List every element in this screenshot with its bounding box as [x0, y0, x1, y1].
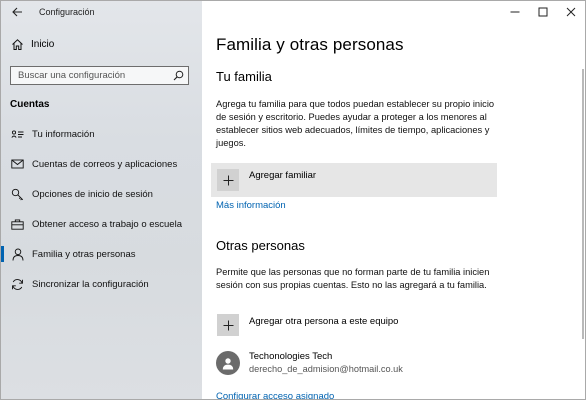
user-account-item[interactable]: Techonologies Tech derecho_de_admision@h…: [216, 350, 403, 376]
user-avatar-icon: [222, 357, 234, 369]
app-title: Configuración: [39, 7, 95, 17]
sidebar-item-label: Sincronizar la configuración: [32, 278, 149, 290]
sidebar-item-label: Tu información: [32, 128, 95, 140]
add-other-person-label: Agregar otra persona a este equipo: [249, 315, 399, 327]
person-card-icon: [11, 128, 24, 141]
add-family-member-button[interactable]: Agregar familiar: [211, 163, 497, 197]
mail-icon: [11, 158, 24, 171]
search-icon[interactable]: [168, 70, 188, 81]
sidebar: Configuración Inicio Cuentas: [1, 1, 202, 399]
settings-window: Configuración Inicio Cuentas: [0, 0, 586, 400]
section-heading-otras-personas: Otras personas: [216, 238, 305, 253]
home-label: Inicio: [31, 39, 55, 50]
main-content: Familia y otras personas Tu familia Agre…: [202, 1, 585, 399]
family-description: Agrega tu familia para que todos puedan …: [216, 99, 495, 148]
sidebar-item-label: Cuentas de correos y aplicaciones: [32, 158, 178, 170]
add-family-member-label: Agregar familiar: [249, 170, 317, 181]
sidebar-item-cuentas-correo[interactable]: Cuentas de correos y aplicaciones: [1, 151, 202, 177]
user-email: derecho_de_admision@hotmail.co.uk: [249, 364, 403, 374]
sidebar-item-label: Familia y otras personas: [32, 248, 136, 260]
active-indicator: [1, 246, 4, 262]
section-heading-tu-familia: Tu familia: [216, 69, 272, 84]
avatar: [216, 351, 240, 375]
search-input[interactable]: [11, 67, 168, 84]
plus-icon: [217, 169, 239, 191]
home-link[interactable]: Inicio: [11, 38, 54, 51]
maximize-button[interactable]: [529, 1, 557, 23]
sidebar-item-trabajo-escuela[interactable]: Obtener acceso a trabajo o escuela: [1, 211, 202, 237]
title-bar: Configuración: [1, 1, 202, 23]
maximize-icon: [538, 7, 548, 17]
window-controls: [501, 1, 585, 23]
sync-icon: [11, 278, 24, 291]
minimize-icon: [510, 11, 520, 13]
key-icon: [11, 188, 24, 201]
sidebar-item-opciones-inicio[interactable]: Opciones de inicio de sesión: [1, 181, 202, 207]
assigned-access-link[interactable]: Configurar acceso asignado: [216, 391, 334, 399]
others-description: Permite que las personas que no forman p…: [216, 267, 490, 290]
section-label-cuentas: Cuentas: [10, 99, 50, 110]
back-arrow-icon: [11, 7, 22, 17]
close-icon: [566, 7, 576, 17]
sidebar-item-sincronizar[interactable]: Sincronizar la configuración: [1, 271, 202, 297]
sidebar-item-label: Opciones de inicio de sesión: [32, 188, 153, 200]
back-button[interactable]: [1, 1, 33, 23]
sidebar-item-tu-informacion[interactable]: Tu información: [1, 121, 202, 147]
page-title: Familia y otras personas: [216, 35, 404, 54]
briefcase-icon: [11, 218, 24, 231]
user-name: Techonologies Tech: [249, 351, 333, 362]
home-icon: [11, 38, 24, 51]
minimize-button[interactable]: [501, 1, 529, 23]
person-icon: [11, 248, 24, 261]
plus-icon: [217, 314, 239, 336]
sidebar-item-label: Obtener acceso a trabajo o escuela: [32, 218, 182, 230]
search-box[interactable]: [10, 66, 189, 85]
add-other-person-button[interactable]: Agregar otra persona a este equipo: [211, 308, 497, 342]
close-button[interactable]: [557, 1, 585, 23]
scrollbar[interactable]: [582, 69, 584, 339]
sidebar-item-familia[interactable]: Familia y otras personas: [1, 241, 202, 267]
more-info-link[interactable]: Más información: [216, 200, 286, 211]
